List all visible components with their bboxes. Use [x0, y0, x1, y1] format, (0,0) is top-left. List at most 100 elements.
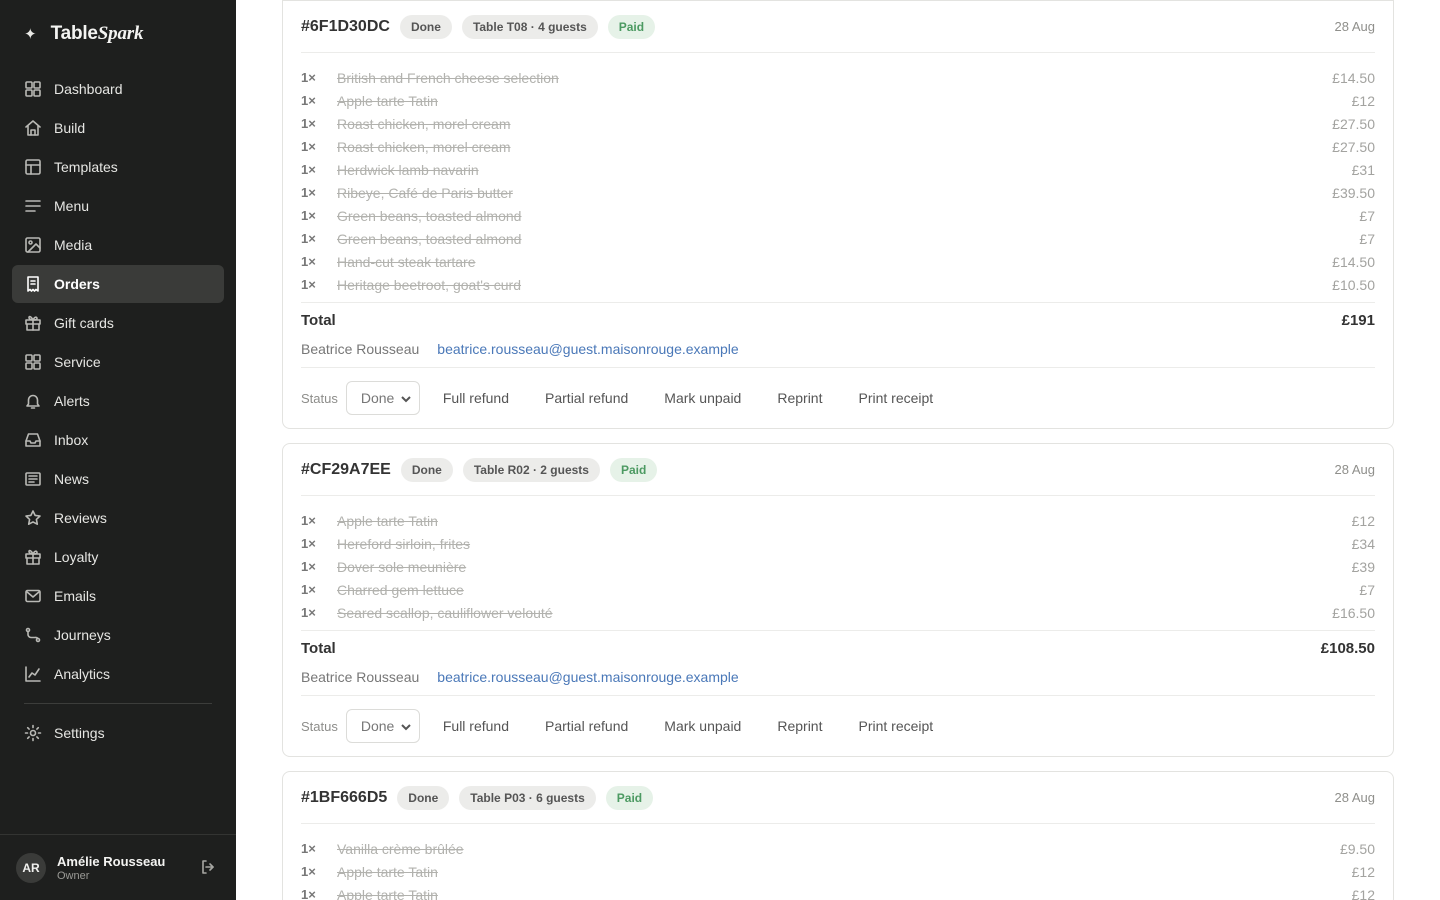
customer-email-link[interactable]: beatrice.rousseau@guest.maisonrouge.exam… [437, 341, 738, 357]
order-item: 1× Seared scallop, cauliflower velouté £16… [301, 601, 1375, 624]
item-price: £7 [1359, 581, 1375, 598]
sidebar-item-label: Reviews [54, 510, 107, 526]
image-icon [25, 237, 41, 253]
item-price: £34 [1351, 535, 1375, 552]
sidebar-item-label: Service [54, 354, 101, 370]
item-quantity: 1× [301, 582, 316, 597]
item-quantity: 1× [301, 116, 316, 131]
table-badge: Table T08 · 4 guests [461, 14, 598, 39]
sidebar-item-label: Media [54, 237, 93, 253]
item-price: £27.50 [1332, 115, 1375, 132]
sidebar-item-menu[interactable]: Menu [12, 187, 224, 225]
sidebar-item-inbox[interactable]: Inbox [12, 421, 224, 459]
home-icon [25, 120, 41, 136]
item-name: Seared scallop, cauliflower velouté [337, 604, 553, 621]
full-refund-button[interactable]: Full refund [430, 710, 522, 742]
sidebar-item-label: News [54, 471, 90, 487]
order-item: 1× Vanilla crème brûlée £9.50 [301, 837, 1375, 860]
reprint-button[interactable]: Reprint [764, 382, 835, 414]
sidebar-item-templates[interactable]: Templates [12, 148, 224, 186]
sidebar-item-label: Settings [54, 725, 105, 741]
sidebar-item-media[interactable]: Media [12, 226, 224, 264]
mail-icon [25, 589, 41, 603]
brand-logo[interactable]: ✦ TableSpark [24, 22, 143, 46]
full-refund-button[interactable]: Full refund [430, 382, 522, 414]
order-total: £108.50 [1320, 640, 1375, 657]
customer-email-link[interactable]: beatrice.rousseau@guest.maisonrouge.exam… [437, 669, 738, 685]
order-state-badge: Done [400, 457, 453, 482]
item-name: Hereford sirloin, frites [337, 535, 471, 552]
item-name: Dover sole meunière [337, 558, 467, 575]
sidebar-item-emails[interactable]: Emails [12, 577, 224, 615]
brand-name: TableSpark [50, 23, 144, 44]
mark-unpaid-button[interactable]: Mark unpaid [651, 710, 754, 742]
item-price: £27.50 [1332, 138, 1375, 155]
payment-badge: Paid [605, 785, 654, 810]
partial-refund-button[interactable]: Partial refund [532, 382, 641, 414]
order-date: 28 Aug [1334, 19, 1376, 34]
sidebar-item-settings[interactable]: Settings [12, 714, 224, 752]
sidebar-item-loyalty[interactable]: Loyalty [12, 538, 224, 576]
item-quantity: 1× [301, 93, 316, 108]
sidebar-item-label: Dashboard [54, 81, 123, 97]
order-item: 1× Green beans, toasted almond £7 [301, 227, 1375, 250]
sidebar-item-analytics[interactable]: Analytics [12, 655, 224, 693]
customer-row: Beatrice Rousseau beatrice.rousseau@guest… [301, 664, 1375, 696]
status-select[interactable]: Done [345, 381, 420, 415]
print-receipt-button[interactable]: Print receipt [845, 382, 946, 414]
item-name: British and French cheese selection [337, 69, 559, 86]
logout-icon[interactable] [200, 859, 216, 875]
order-item: 1× Ribeye, Café de Paris butter £39.50 [301, 181, 1375, 204]
sidebar-item-label: Journeys [54, 627, 111, 643]
reprint-button[interactable]: Reprint [764, 710, 835, 742]
order-item: 1× Hereford sirloin, frites £34 [301, 532, 1375, 555]
sidebar-item-label: Inbox [54, 432, 89, 448]
order-id[interactable]: #CF29A7EE [301, 461, 391, 479]
sidebar-item-build[interactable]: Build [12, 109, 224, 147]
star-icon [25, 510, 41, 525]
status-select[interactable]: Done [345, 709, 420, 743]
orders-main: #6F1D30DC Done Table T08 · 4 guests Paid 28 … [236, 0, 1440, 900]
item-quantity: 1× [301, 887, 316, 900]
table-badge: Table R02 · 2 guests [462, 457, 600, 482]
receipt-icon [27, 276, 39, 292]
sidebar: ✦ TableSpark Dashboard Build Templates Menu… [0, 0, 236, 900]
order-item: 1× Roast chicken, morel cream £27.50 [301, 112, 1375, 135]
sidebar-item-label: Templates [54, 159, 118, 175]
chart-icon [25, 666, 41, 682]
sidebar-item-orders[interactable]: Orders [12, 265, 224, 303]
sidebar-item-service[interactable]: Service [12, 343, 224, 381]
print-receipt-button[interactable]: Print receipt [845, 710, 946, 742]
order-item: 1× British and French cheese selection £14… [301, 66, 1375, 89]
item-name: Herdwick lamb navarin [337, 161, 479, 178]
sidebar-item-alerts[interactable]: Alerts [12, 382, 224, 420]
order-item: 1× Heritage beetroot, goat's curd £10.50 [301, 273, 1375, 296]
order-item: 1× Apple tarte Tatin £12 [301, 509, 1375, 532]
sidebar-item-news[interactable]: News [12, 460, 224, 498]
item-price: £7 [1359, 230, 1375, 247]
partial-refund-button[interactable]: Partial refund [532, 710, 641, 742]
sidebar-item-dashboard[interactable]: Dashboard [12, 70, 224, 108]
sidebar-item-journeys[interactable]: Journeys [12, 616, 224, 654]
chevron-down-icon [401, 396, 411, 403]
item-quantity: 1× [301, 231, 316, 246]
table-badge: Table P03 · 6 guests [459, 785, 596, 810]
item-quantity: 1× [301, 559, 316, 574]
item-name: Apple tarte Tatin [337, 92, 438, 109]
order-item: 1× Roast chicken, morel cream £27.50 [301, 135, 1375, 158]
order-date: 28 Aug [1334, 462, 1376, 477]
order-id[interactable]: #1BF666D5 [301, 789, 387, 807]
sidebar-item-label: Gift cards [54, 315, 114, 331]
order-id[interactable]: #6F1D30DC [301, 18, 390, 36]
customer-row: Beatrice Rousseau beatrice.rousseau@guest… [301, 336, 1375, 368]
mark-unpaid-button[interactable]: Mark unpaid [651, 382, 754, 414]
avatar[interactable]: AR [16, 852, 46, 883]
item-price: £12 [1351, 886, 1375, 900]
item-price: £14.50 [1332, 253, 1375, 270]
grid-icon [25, 81, 41, 97]
sidebar-item-reviews[interactable]: Reviews [12, 499, 224, 537]
sidebar-item-label: Emails [54, 588, 97, 604]
item-price: £7 [1359, 207, 1375, 224]
sidebar-item-gift-cards[interactable]: Gift cards [12, 304, 224, 342]
gift-icon [25, 315, 41, 331]
